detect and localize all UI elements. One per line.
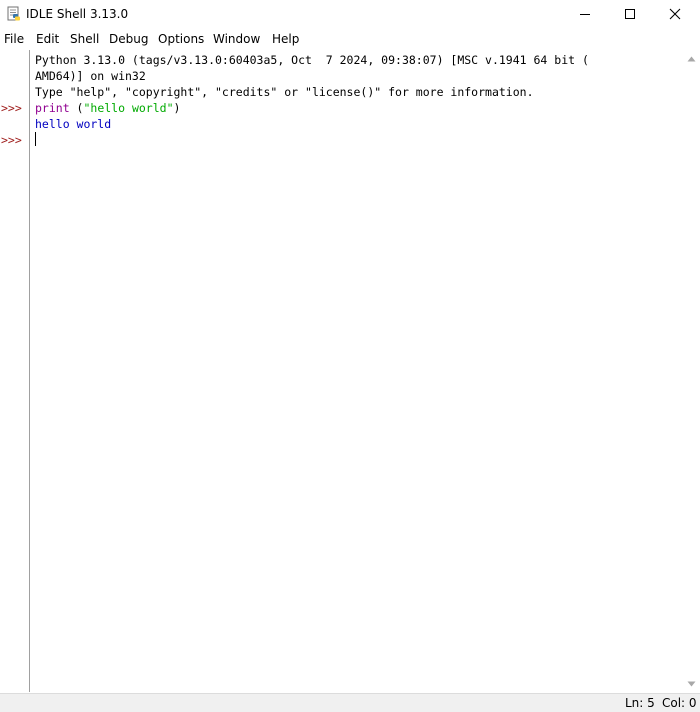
banner-line: Type "help", "copyright", "credits" or "… xyxy=(35,85,534,99)
prompt-gutter: >>> >>> xyxy=(0,50,29,692)
scroll-down-arrow-icon xyxy=(687,681,695,687)
input-line: print ("hello world") xyxy=(35,100,180,116)
builtin-keyword: print xyxy=(35,101,70,115)
prompt-marker: >>> xyxy=(1,133,22,147)
menu-file[interactable]: File xyxy=(4,31,24,47)
string-literal: "hello world" xyxy=(83,101,174,115)
input-paren-close: ) xyxy=(173,101,181,115)
maximize-button[interactable] xyxy=(607,0,653,28)
scroll-up-button[interactable] xyxy=(682,52,700,66)
text-cursor xyxy=(35,132,36,146)
menu-edit[interactable]: Edit xyxy=(36,31,59,47)
shell-text-area[interactable]: Python 3.13.0 (tags/v3.13.0:60403a5, Oct… xyxy=(30,50,682,692)
status-bar: Ln: 5 Col: 0 xyxy=(0,693,700,712)
window-title: IDLE Shell 3.13.0 xyxy=(26,7,129,21)
scroll-down-button[interactable] xyxy=(682,677,700,691)
title-bar[interactable]: IDLE Shell 3.13.0 xyxy=(0,0,700,28)
scroll-up-arrow-icon xyxy=(687,56,695,62)
idle-shell-window: IDLE Shell 3.13.0 File Edit Shell Debug … xyxy=(0,0,700,712)
minimize-button[interactable] xyxy=(562,0,608,28)
banner-line: Python 3.13.0 (tags/v3.13.0:60403a5, Oct… xyxy=(35,53,589,67)
status-column-number: Col: 0 xyxy=(662,696,697,710)
menu-window[interactable]: Window xyxy=(213,31,260,47)
maximize-icon xyxy=(625,9,635,19)
prompt-marker: >>> xyxy=(1,101,22,115)
minimize-icon xyxy=(580,14,590,15)
banner-line: AMD64)] on win32 xyxy=(35,69,146,83)
menu-shell[interactable]: Shell xyxy=(70,31,99,47)
input-paren-open: ( xyxy=(69,101,84,115)
python-idle-icon xyxy=(7,6,20,21)
vertical-scrollbar[interactable] xyxy=(682,50,700,692)
output-line: hello world xyxy=(35,117,112,131)
menu-help[interactable]: Help xyxy=(272,31,299,47)
close-icon xyxy=(669,8,681,20)
menu-debug[interactable]: Debug xyxy=(109,31,148,47)
close-button[interactable] xyxy=(652,0,698,28)
status-line-number: Ln: 5 xyxy=(625,696,655,710)
menu-options[interactable]: Options xyxy=(158,31,204,47)
menu-bar: File Edit Shell Debug Options Window Hel… xyxy=(0,29,700,49)
